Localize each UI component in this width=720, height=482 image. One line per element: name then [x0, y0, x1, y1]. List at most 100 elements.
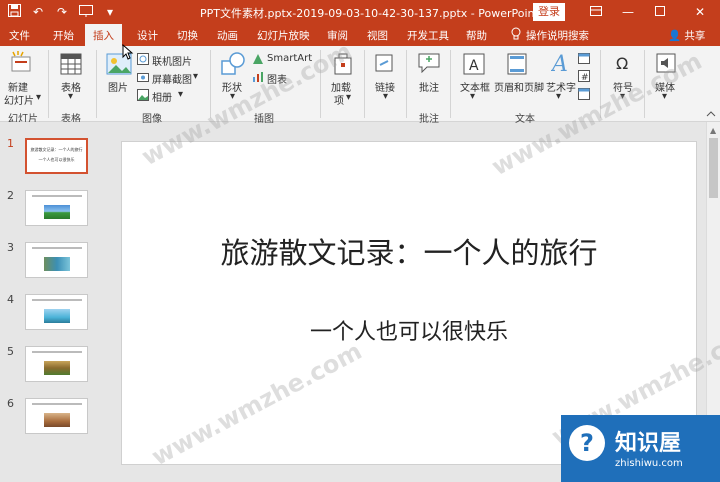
chevron-down-icon[interactable]: ▾ [470, 91, 475, 102]
redo-icon[interactable]: ↷ [54, 4, 70, 20]
landscape-image [44, 309, 70, 323]
chevron-down-icon[interactable]: ▾ [68, 91, 73, 102]
svg-text:#: # [581, 73, 589, 82]
thumb-subtitle: 一个人也可以很快乐 [38, 157, 75, 162]
tab-view[interactable]: 视图 [367, 28, 388, 43]
comment-icon[interactable] [418, 53, 440, 76]
svg-text:A: A [469, 58, 479, 74]
undo-icon[interactable]: ↶ [30, 4, 46, 20]
tell-me-search[interactable]: 操作说明搜索 [511, 27, 589, 43]
chevron-down-icon[interactable]: ▾ [36, 92, 41, 103]
tab-developer[interactable]: 开发工具 [407, 28, 449, 43]
share-button[interactable]: 👤 共享 [668, 28, 705, 43]
minimize-icon[interactable]: — [618, 2, 638, 22]
slide-number: 2 [7, 189, 14, 202]
online-picture-label[interactable]: 联机图片 [152, 53, 192, 68]
tab-slideshow[interactable]: 幻灯片放映 [257, 28, 310, 43]
header-footer-icon[interactable] [507, 53, 527, 78]
slide-title[interactable]: 旅游散文记录：一个人的旅行 [122, 230, 696, 272]
text-lines [32, 403, 82, 405]
chevron-down-icon[interactable]: ▾ [346, 92, 351, 103]
text-lines [32, 247, 82, 249]
new-slide-icon[interactable] [10, 51, 32, 80]
slide-thumbnail-2[interactable] [25, 190, 88, 226]
slide-number: 6 [7, 397, 14, 410]
new-slide-label-2[interactable]: 幻灯片 [4, 92, 34, 107]
site-logo: ? 知识屋 zhishiwu.com [561, 415, 720, 482]
tab-transitions[interactable]: 切换 [177, 28, 198, 43]
screenshot-label[interactable]: 屏幕截图 [152, 71, 192, 86]
thumb-title: 旅游散文记录：一个人的旅行 [30, 147, 83, 152]
wordart-icon[interactable]: A [550, 51, 569, 78]
shapes-icon[interactable] [220, 51, 246, 80]
tab-animations[interactable]: 动画 [217, 28, 238, 43]
album-label[interactable]: 相册 [152, 89, 172, 104]
table-icon[interactable] [60, 53, 82, 78]
group-divider [96, 50, 97, 118]
quick-access-toolbar: ↶ ↷ ▾ [6, 3, 118, 21]
chevron-down-icon[interactable]: ▾ [193, 71, 198, 82]
scroll-up-icon[interactable]: ▲ [710, 126, 716, 135]
document-title: PPT文件素材.pptx-2019-09-03-10-42-30-137.ppt… [200, 7, 539, 20]
tab-file[interactable]: 文件 [9, 28, 30, 43]
slide-subtitle[interactable]: 一个人也可以很快乐 [122, 314, 696, 346]
slide-number: 3 [7, 241, 14, 254]
text-lines [32, 351, 82, 353]
group-label-text: 文本 [515, 114, 535, 125]
group-divider [406, 50, 407, 118]
slide-number: 1 [7, 137, 14, 150]
picture-label[interactable]: 图片 [108, 79, 128, 94]
tab-insert[interactable]: 插入 [85, 24, 122, 46]
save-icon[interactable] [6, 4, 22, 20]
chevron-down-icon[interactable]: ▾ [556, 91, 561, 102]
link-icon[interactable] [374, 53, 394, 76]
object-icon[interactable] [578, 88, 590, 103]
share-label: 共享 [684, 30, 706, 42]
question-bubble-icon: ? [569, 425, 605, 461]
scroll-thumb[interactable] [709, 138, 718, 198]
slide-thumbnail-3[interactable] [25, 242, 88, 278]
ribbon-display-icon[interactable] [586, 2, 606, 22]
textbox-icon[interactable]: A [463, 53, 485, 78]
maximize-icon[interactable] [650, 2, 670, 22]
landscape-image [44, 205, 70, 219]
lightbulb-icon [511, 27, 521, 43]
logo-url: zhishiwu.com [615, 458, 683, 469]
chevron-down-icon[interactable]: ▾ [178, 89, 183, 100]
landscape-image [44, 413, 70, 427]
from-beginning-icon[interactable] [78, 4, 94, 20]
screenshot-icon[interactable] [137, 71, 149, 86]
close-icon[interactable]: ✕ [690, 2, 710, 22]
header-footer-label[interactable]: 页眉和页脚 [494, 79, 544, 94]
slide-number: 4 [7, 293, 14, 306]
album-icon[interactable] [137, 89, 149, 104]
group-label-images: 图像 [142, 114, 162, 125]
landscape-image [44, 361, 70, 375]
slide-thumbnail-6[interactable] [25, 398, 88, 434]
group-divider [364, 50, 365, 118]
logo-name: 知识屋 [615, 431, 682, 456]
symbol-icon[interactable]: Ω [614, 53, 632, 76]
online-picture-icon[interactable] [137, 53, 149, 68]
tab-home[interactable]: 开始 [53, 28, 74, 43]
ribbon-tabs: 文件 开始 插入 设计 切换 动画 幻灯片放映 审阅 视图 开发工具 帮助 操作… [0, 24, 720, 46]
tab-help[interactable]: 帮助 [466, 28, 487, 43]
date-time-icon[interactable] [578, 52, 590, 67]
slide-thumbnail-4[interactable] [25, 294, 88, 330]
tab-design[interactable]: 设计 [137, 28, 158, 43]
slide-number-icon[interactable]: # [578, 70, 590, 85]
comment-label[interactable]: 批注 [419, 79, 439, 94]
smartart-icon[interactable] [252, 53, 264, 68]
person-icon: 👤 [668, 30, 682, 42]
addins-label-2[interactable]: 项 [334, 92, 344, 107]
slide-thumbnail-1[interactable]: 旅游散文记录：一个人的旅行 一个人也可以很快乐 [25, 138, 88, 174]
collapse-ribbon-icon[interactable] [706, 110, 716, 121]
chevron-down-icon[interactable]: ▾ [383, 91, 388, 102]
customize-icon[interactable]: ▾ [102, 4, 118, 20]
group-divider [450, 50, 451, 118]
slide-thumbnail-5[interactable] [25, 346, 88, 382]
slide-number: 5 [7, 345, 14, 358]
login-button[interactable]: 登录 [533, 3, 565, 21]
text-lines [32, 299, 82, 301]
group-divider [48, 50, 49, 118]
